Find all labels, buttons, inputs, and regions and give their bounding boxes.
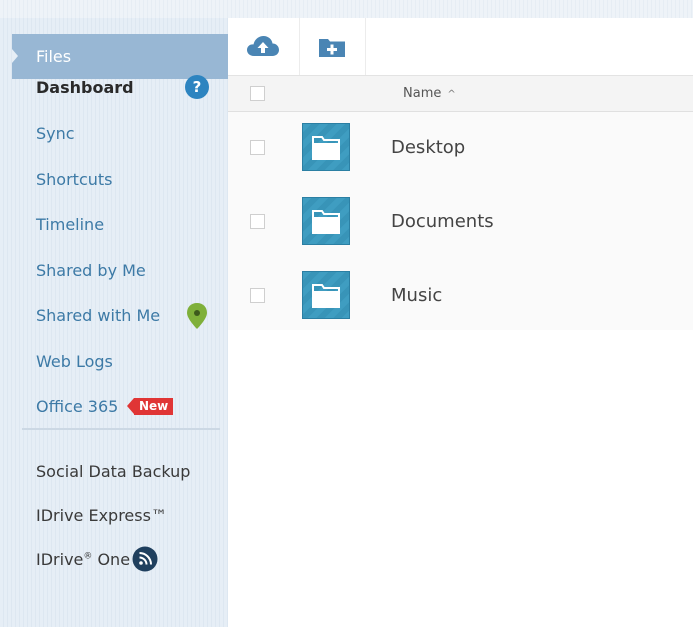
rss-icon[interactable] (132, 546, 158, 572)
sidebar-item-files[interactable]: Files (12, 34, 228, 79)
active-notch (12, 49, 18, 63)
sidebar-item-dashboard[interactable]: Dashboard (36, 78, 134, 97)
sidebar-item-office-365[interactable]: Office 365 (36, 397, 118, 416)
cloud-upload-icon (247, 36, 279, 56)
file-name[interactable]: Desktop (391, 137, 465, 158)
folder-glyph-icon (312, 210, 340, 234)
idrive-one-suffix: One (92, 550, 131, 569)
top-strip (0, 0, 693, 18)
folder-icon[interactable] (302, 271, 350, 319)
sidebar-item-idrive-express[interactable]: IDrive Express™ (36, 506, 167, 525)
sidebar-item-sync[interactable]: Sync (36, 124, 75, 143)
sidebar-item-shared-by-me[interactable]: Shared by Me (36, 261, 146, 280)
row-checkbox[interactable] (250, 140, 265, 155)
file-list: Desktop Documents Music (228, 112, 693, 330)
column-header-name[interactable]: Name ^ (403, 76, 456, 112)
location-pin-icon (187, 303, 207, 329)
toolbar (228, 18, 693, 76)
file-row[interactable]: Documents (228, 186, 693, 260)
upload-button[interactable] (228, 18, 300, 75)
folder-glyph-icon (312, 284, 340, 308)
file-row[interactable]: Music (228, 260, 693, 334)
sidebar-item-shared-with-me[interactable]: Shared with Me (36, 306, 160, 325)
folder-plus-icon (319, 39, 345, 57)
sidebar-item-shortcuts[interactable]: Shortcuts (36, 170, 112, 189)
folder-icon[interactable] (302, 123, 350, 171)
column-header-label: Name (403, 86, 442, 101)
new-folder-button[interactable] (299, 18, 366, 75)
sidebar-divider (22, 428, 220, 430)
sidebar-item-idrive-one[interactable]: IDrive® One (36, 550, 130, 569)
new-badge-label: New (134, 398, 174, 415)
select-all-checkbox[interactable] (250, 86, 265, 101)
file-row[interactable]: Desktop (228, 112, 693, 186)
sidebar-item-timeline[interactable]: Timeline (36, 215, 104, 234)
help-icon[interactable]: ? (185, 75, 209, 99)
sidebar-item-label: Files (36, 47, 72, 66)
row-checkbox[interactable] (250, 214, 265, 229)
folder-glyph-icon (312, 136, 340, 160)
sidebar-item-social-data-backup[interactable]: Social Data Backup (36, 462, 190, 481)
idrive-one-brand: IDrive (36, 550, 84, 569)
file-name[interactable]: Music (391, 285, 442, 306)
row-checkbox[interactable] (250, 288, 265, 303)
new-badge-tip (127, 398, 134, 414)
sort-ascending-icon: ^ (447, 89, 456, 100)
file-name[interactable]: Documents (391, 211, 494, 232)
folder-icon[interactable] (302, 197, 350, 245)
list-header: Name ^ (228, 76, 693, 112)
sidebar-item-web-logs[interactable]: Web Logs (36, 352, 113, 371)
